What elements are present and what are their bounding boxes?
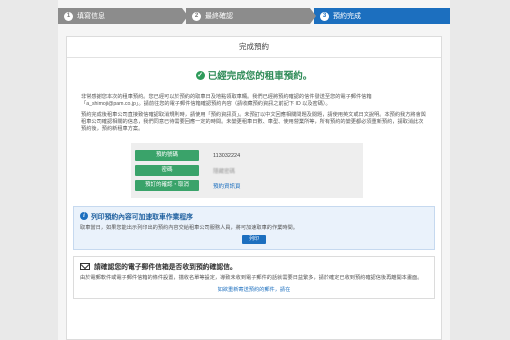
thank-you-paragraph: 非常感謝您本次的租車預約。您已經可以於預約的取車日及地點領取車輛。我們已經將預約… [81,94,372,107]
step-1-number: 1 [64,11,73,21]
step-3: 3 預約完成 [314,8,450,24]
print-box-title: i 列印預約內容可加速取車作業程序 [80,211,428,221]
confirmation-panel: 完成預約 ✓ 已經完成您的租車預約。 非常感謝您本次的租車預約。您已經可以於預約的… [66,36,442,340]
step-1: 1 填寫信息 [58,8,188,24]
manage-reservation-label: 預訂的確認・取消 [135,180,199,191]
manage-reservation-row: 預訂的確認・取消 預約資訊頁 [135,179,359,192]
print-info-box: i 列印預約內容可加速取車作業程序 取車當日，如果您能出示列印出的預約內容交給租車… [73,206,435,250]
email-check-box: 請確認您的電子郵件信箱是否收到預約確認信。 由於電郵軟件或電子郵件信箱的條件設置… [73,256,435,299]
password-row: 密碼 隱藏密碼 [135,164,359,177]
check-circle-icon: ✓ [195,70,205,80]
success-message: ✓ 已經完成您的租車預約。 [67,68,441,82]
step-arrow [182,8,188,24]
reservation-info-table: 預約號碼 113032224 密碼 隱藏密碼 預訂的確認・取消 預約資訊頁 [131,143,363,198]
print-box-text: 取車當日，如果您能出示列印出的預約內容交給租車公司服務人員，將可加速取車的作業時… [80,225,298,231]
print-button[interactable]: 列印 [242,235,266,244]
step-2-number: 2 [192,11,201,21]
reservation-info-link[interactable]: 預約資訊頁 [213,182,241,190]
step-3-number: 3 [320,11,329,21]
print-box-title-text: 列印預約內容可加速取車作業程序 [91,214,193,221]
page-frame: 1 填寫信息 2 最終確認 3 預約完成 完成預約 ✓ 已經完成您的租車預約。 非… [58,0,450,340]
reservation-number-value: 113032224 [213,152,241,159]
success-text: 已經完成您的租車預約。 [207,71,313,82]
progress-steps: 1 填寫信息 2 最終確認 3 預約完成 [58,8,450,24]
mail-icon [80,262,90,270]
reservation-number-row: 預約號碼 113032224 [135,149,359,162]
info-icon: i [80,212,88,220]
password-label: 密碼 [135,165,199,176]
resend-email-link[interactable]: 如欲重新寄送預約的郵件，請在 [80,286,428,293]
step-1-label: 填寫信息 [77,13,105,20]
step-2-label: 最終確認 [205,13,233,20]
step-2: 2 最終確認 [186,8,316,24]
email-box-text: 由於電郵軟件或電子郵件信箱的條件設置，擋收名單等設定，導致未收到電子郵件的話就需… [80,275,423,281]
step-3-label: 預約完成 [333,13,361,20]
step-arrow [310,8,316,24]
notice-paragraph: 預約完成後租車公司直接致信確認取消規則時，請使用「預約資訊頁」。未預訂以中文回應… [81,112,426,132]
panel-title: 完成預約 [67,37,441,58]
reservation-number-label: 預約號碼 [135,150,199,161]
password-value: 隱藏密碼 [213,168,236,175]
email-box-title-text: 請確認您的電子郵件信箱是否收到預約確認信。 [94,264,237,271]
email-box-title: 請確認您的電子郵件信箱是否收到預約確認信。 [80,261,428,271]
